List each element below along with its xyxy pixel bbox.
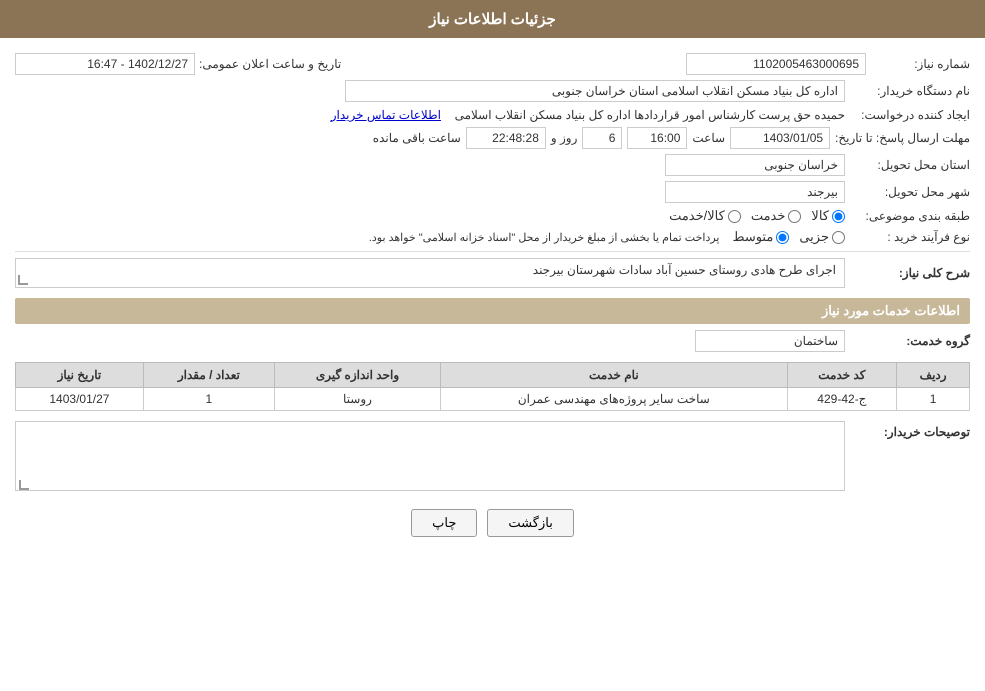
noefrayand-row: نوع فرآیند خرید : جزیی متوسط پرداخت تمام… (15, 229, 970, 245)
tabaqe-option-khadamat: خدمت (751, 208, 802, 224)
tabaqe-option-kala-khadamat: کالا/خدمت (669, 208, 741, 224)
resize-handle-tosif (19, 480, 29, 490)
page-title: جزئیات اطلاعات نیاز (429, 11, 556, 28)
noefrayand-radio-mottavasit[interactable] (776, 231, 789, 244)
ostan-value: خراسان جنوبی (665, 154, 845, 176)
col-tarikh: تاریخ نیاز (16, 363, 144, 388)
cell-name: ساخت سایر پروژه‌های مهندسی عمران (441, 388, 787, 411)
namdastgah-value: اداره کل بنیاد مسکن انقلاب اسلامی استان … (345, 80, 845, 102)
divider-1 (15, 251, 970, 252)
khadamat-section-title: اطلاعات خدمات مورد نیاز (15, 298, 970, 324)
tosif-textarea[interactable] (15, 421, 845, 491)
mohlat-saat: 16:00 (627, 127, 687, 149)
tabaqe-option-kala: کالا (811, 208, 845, 224)
button-row: بازگشت چاپ (15, 509, 970, 537)
gorohe-value: ساختمان (695, 330, 845, 352)
tabaqe-radio-group: کالا خدمت کالا/خدمت (669, 208, 845, 224)
sharh-label: شرح کلی نیاز: (850, 266, 970, 280)
table-body: 1 ج-42-429 ساخت سایر پروژه‌های مهندسی عم… (16, 388, 970, 411)
noefrayand-option-jozi: جزیی (799, 229, 845, 245)
ostan-row: استان محل تحویل: خراسان جنوبی (15, 154, 970, 176)
page-wrapper: جزئیات اطلاعات نیاز شماره نیاز: 11020054… (0, 0, 985, 691)
services-table-section: ردیف کد خدمت نام خدمت واحد اندازه گیری ت… (15, 362, 970, 411)
tarikh-group: تاریخ و ساعت اعلان عمومی: 1402/12/27 - 1… (15, 53, 341, 75)
tabaqe-label-kala: کالا (811, 208, 829, 224)
services-table: ردیف کد خدمت نام خدمت واحد اندازه گیری ت… (15, 362, 970, 411)
back-button[interactable]: بازگشت (487, 509, 573, 537)
namdastgah-label: نام دستگاه خریدار: (850, 84, 970, 98)
tarikh-value: 1402/12/27 - 16:47 (15, 53, 195, 75)
tarikh-label: تاریخ و ساعت اعلان عمومی: (199, 57, 341, 71)
tabaqe-radio-kala-khadamat[interactable] (728, 210, 741, 223)
ijad-link[interactable]: اطلاعات تماس خریدار (331, 108, 441, 122)
sharh-section: شرح کلی نیاز: اجرای طرح هادی روستای حسین… (15, 258, 970, 288)
noefrayand-label-jozi: جزیی (799, 229, 829, 245)
page-header: جزئیات اطلاعات نیاز (0, 0, 985, 38)
mohlat-countdown: 22:48:28 (466, 127, 546, 149)
noefrayand-label-mottavasit: متوسط (732, 229, 773, 245)
mohlat-label: مهلت ارسال پاسخ: تا تاریخ: (835, 131, 970, 145)
shomara-label: شماره نیاز: (870, 57, 970, 71)
sharh-value: اجرای طرح هادی روستای حسین آباد سادات شه… (533, 263, 836, 277)
cell-kod: ج-42-429 (787, 388, 897, 411)
tabaqe-radio-khadamat[interactable] (788, 210, 801, 223)
print-button[interactable]: چاپ (411, 509, 477, 537)
ijad-value: حمیده حق پرست کارشناس امور قراردادها ادا… (455, 108, 845, 122)
gorohe-row: گروه خدمت: ساختمان (15, 330, 970, 352)
col-tedad: تعداد / مقدار (143, 363, 274, 388)
shomara-group: شماره نیاز: 1102005463000695 (686, 53, 970, 75)
tabaqe-label-khadamat: خدمت (751, 208, 786, 224)
shahr-label: شهر محل تحویل: (850, 185, 970, 199)
table-header: ردیف کد خدمت نام خدمت واحد اندازه گیری ت… (16, 363, 970, 388)
mohlat-row: مهلت ارسال پاسخ: تا تاریخ: 1403/01/05 سا… (15, 127, 970, 149)
table-row: 1 ج-42-429 ساخت سایر پروژه‌های مهندسی عم… (16, 388, 970, 411)
mohlat-date: 1403/01/05 (730, 127, 830, 149)
shomara-tarikh-row: شماره نیاز: 1102005463000695 تاریخ و ساع… (15, 53, 970, 75)
noefrayand-label: نوع فرآیند خرید : (850, 230, 970, 244)
shahr-value: بیرجند (665, 181, 845, 203)
cell-tedad: 1 (143, 388, 274, 411)
noefrayand-note: پرداخت تمام یا بخشی از مبلغ خریدار از مح… (369, 231, 720, 244)
col-radif: ردیف (897, 363, 970, 388)
cell-tarikh: 1403/01/27 (16, 388, 144, 411)
cell-vahed: روستا (274, 388, 440, 411)
col-vahed: واحد اندازه گیری (274, 363, 440, 388)
noefrayand-option-mottavasit: متوسط (732, 229, 789, 245)
noefrayand-radio-group: جزیی متوسط (732, 229, 845, 245)
ostan-label: استان محل تحویل: (850, 158, 970, 172)
col-kod: کد خدمت (787, 363, 897, 388)
tabaqe-label: طبقه بندی موضوعی: (850, 209, 970, 223)
shahr-row: شهر محل تحویل: بیرجند (15, 181, 970, 203)
mohlat-baqi-label: ساعت باقی مانده (373, 131, 461, 145)
namdastgah-row: نام دستگاه خریدار: اداره کل بنیاد مسکن ا… (15, 80, 970, 102)
mohlat-rooz-label: روز و (551, 131, 578, 145)
tabaqe-row: طبقه بندی موضوعی: کالا خدمت کالا/خدمت (15, 208, 970, 224)
tosif-row: توصیحات خریدار: (15, 421, 970, 494)
noefrayand-radio-jozi[interactable] (832, 231, 845, 244)
tosif-label: توصیحات خریدار: (850, 421, 970, 439)
mohlat-saat-label: ساعت (692, 131, 725, 145)
shomara-value: 1102005463000695 (686, 53, 866, 75)
content-area: شماره نیاز: 1102005463000695 تاریخ و ساع… (0, 38, 985, 562)
cell-radif: 1 (897, 388, 970, 411)
ijad-label: ایجاد کننده درخواست: (850, 108, 970, 122)
tabaqe-label-kala-khadamat: کالا/خدمت (669, 208, 725, 224)
resize-handle (18, 275, 28, 285)
mohlat-rooz: 6 (582, 127, 622, 149)
ijad-row: ایجاد کننده درخواست: حمیده حق پرست کارشن… (15, 107, 970, 122)
tabaqe-radio-kala[interactable] (832, 210, 845, 223)
gorohe-label: گروه خدمت: (850, 334, 970, 348)
col-name: نام خدمت (441, 363, 787, 388)
